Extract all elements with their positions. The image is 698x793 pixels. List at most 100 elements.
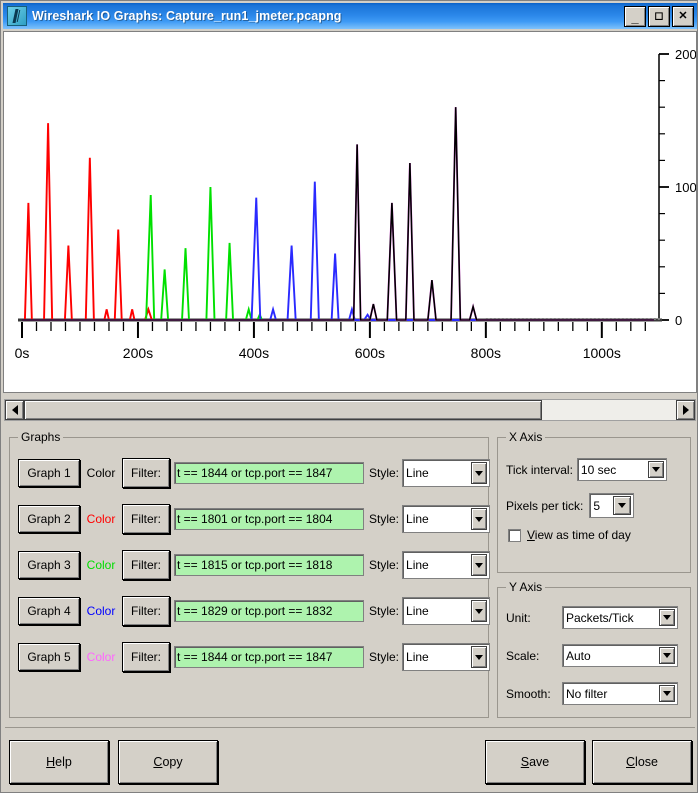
graph-5-color-label[interactable]: Color [80, 650, 122, 664]
x-axis-panel-legend: X Axis [506, 430, 546, 444]
graphs-panel-legend: Graphs [18, 430, 64, 444]
graph-row-1: Graph 1 Color Filter: t == 1844 or tcp.p… [18, 454, 491, 492]
graph-3-style-select[interactable]: Line [402, 551, 491, 579]
pixels-per-tick-label: Pixels per tick: [506, 498, 584, 513]
graph-2-color-label[interactable]: Color [80, 512, 122, 526]
save-button[interactable]: Save [485, 740, 585, 784]
graph-row-5: Graph 5 Color Filter: t == 1844 or tcp.p… [18, 638, 491, 676]
graph-1-filter-button[interactable]: Filter: [122, 458, 170, 488]
graph-2-filter-button[interactable]: Filter: [122, 504, 170, 534]
svg-text:600s: 600s [355, 345, 385, 361]
title-bar: Wireshark IO Graphs: Capture_run1_jmeter… [3, 3, 697, 29]
close-button-label: Close [626, 755, 658, 769]
chevron-down-icon[interactable] [659, 685, 675, 702]
graph-1-style-select[interactable]: Line [402, 459, 491, 487]
io-graph-canvas[interactable]: 0 100 200 0s 200s 400s 600s 800s 1000s [4, 32, 696, 392]
smooth-row: Smooth: No filter [506, 682, 686, 705]
graph-2-style-select[interactable]: Line [402, 505, 491, 533]
tick-interval-label: Tick interval: [506, 462, 573, 477]
graph-4-filter-input[interactable]: t == 1829 or tcp.port == 1832 [174, 600, 364, 622]
graph-1-style-label: Style: [369, 466, 400, 480]
io-graphs-window: Wireshark IO Graphs: Capture_run1_jmeter… [0, 0, 698, 793]
tick-interval-select[interactable]: 10 sec [576, 458, 667, 481]
chevron-down-icon[interactable] [471, 462, 488, 484]
graph-3-filter-button[interactable]: Filter: [122, 550, 170, 580]
graph-3-button[interactable]: Graph 3 [18, 551, 80, 579]
scale-row: Scale: Auto [506, 644, 686, 667]
graph-3-color-label[interactable]: Color [80, 558, 122, 572]
horizontal-scrollbar[interactable] [4, 399, 696, 421]
chevron-down-icon[interactable] [613, 496, 632, 515]
pixels-per-tick-row: Pixels per tick: 5 [506, 493, 684, 518]
graph-4-style-label: Style: [369, 604, 400, 618]
svg-text:200: 200 [675, 47, 696, 62]
maximize-button[interactable]: ◻ [648, 6, 670, 27]
graph-4-style-select[interactable]: Line [402, 597, 491, 625]
view-as-time-of-day-row[interactable]: View as time of day [508, 528, 686, 542]
scrollbar-track[interactable] [24, 400, 676, 420]
help-button[interactable]: Help [9, 740, 109, 784]
graph-5-style-value: Line [406, 650, 429, 664]
scale-label: Scale: [506, 648, 540, 663]
svg-text:800s: 800s [471, 345, 501, 361]
view-as-time-of-day-label: View as time of day [527, 528, 631, 542]
maximize-icon: ◻ [654, 10, 664, 22]
graph-3-style-label: Style: [369, 558, 400, 572]
graph-2-filter-input[interactable]: t == 1801 or tcp.port == 1804 [174, 508, 364, 530]
graph-1-color-label[interactable]: Color [80, 466, 122, 480]
copy-button-label: Copy [153, 755, 183, 769]
tick-interval-value: 10 sec [580, 462, 617, 477]
graph-4-filter-button[interactable]: Filter: [122, 596, 170, 626]
graph-1-button[interactable]: Graph 1 [18, 459, 80, 487]
scrollbar-thumb[interactable] [24, 400, 543, 420]
chevron-down-icon[interactable] [647, 461, 664, 478]
chevron-down-icon[interactable] [471, 646, 488, 668]
chevron-down-icon[interactable] [471, 600, 488, 622]
chevron-down-icon[interactable] [471, 508, 488, 530]
tick-interval-row: Tick interval: 10 sec [506, 458, 684, 481]
copy-button[interactable]: Copy [118, 740, 218, 784]
graph-3-style-value: Line [406, 558, 429, 572]
view-as-time-of-day-checkbox[interactable] [508, 528, 521, 542]
window-controls: _ ◻ ✕ [624, 6, 694, 27]
graph-2-style-label: Style: [369, 512, 400, 526]
scale-select[interactable]: Auto [562, 644, 678, 667]
y-axis-panel-legend: Y Axis [506, 580, 546, 594]
graph-1-filter-input[interactable]: t == 1844 or tcp.port == 1847 [174, 462, 364, 484]
chevron-down-icon[interactable] [659, 609, 675, 626]
chevron-down-icon[interactable] [471, 554, 488, 576]
pixels-per-tick-select[interactable]: 5 [589, 493, 635, 518]
graph-row-3: Graph 3 Color Filter: t == 1815 or tcp.p… [18, 546, 491, 584]
scroll-left-arrow-icon[interactable] [5, 400, 24, 420]
close-dialog-button[interactable]: Close [592, 740, 692, 784]
graph-3-filter-input[interactable]: t == 1815 or tcp.port == 1818 [174, 554, 364, 576]
y-axis-panel: Y Axis Unit: Packets/Tick Scale: Auto Sm… [497, 580, 691, 718]
svg-text:0: 0 [675, 313, 682, 328]
unit-select[interactable]: Packets/Tick [562, 606, 678, 629]
graph-4-color-label[interactable]: Color [80, 604, 122, 618]
io-graph-plot[interactable]: 0 100 200 0s 200s 400s 600s 800s 1000s [3, 31, 697, 393]
graph-5-style-select[interactable]: Line [402, 643, 491, 671]
minimize-button[interactable]: _ [624, 6, 646, 27]
graph-5-filter-button[interactable]: Filter: [122, 642, 170, 672]
graph-5-style-label: Style: [369, 650, 400, 664]
graph-4-button[interactable]: Graph 4 [18, 597, 80, 625]
graphs-panel: Graphs Graph 1 Color Filter: t == 1844 o… [9, 430, 491, 718]
smooth-value: No filter [566, 686, 608, 701]
graph-5-button[interactable]: Graph 5 [18, 643, 80, 671]
graph-5-filter-input[interactable]: t == 1844 or tcp.port == 1847 [174, 646, 364, 668]
smooth-select[interactable]: No filter [562, 682, 678, 705]
save-button-label: Save [520, 755, 550, 769]
unit-row: Unit: Packets/Tick [506, 606, 686, 629]
unit-label: Unit: [506, 610, 531, 625]
scroll-right-arrow-icon[interactable] [676, 400, 695, 420]
svg-text:1000s: 1000s [583, 345, 621, 361]
graph-2-button[interactable]: Graph 2 [18, 505, 80, 533]
svg-text:0s: 0s [15, 345, 30, 361]
minimize-icon: _ [631, 10, 639, 25]
footer-divider [5, 727, 695, 728]
graph-1-style-value: Line [406, 466, 429, 480]
chevron-down-icon[interactable] [659, 647, 675, 664]
close-button[interactable]: ✕ [672, 6, 694, 27]
graph-row-2: Graph 2 Color Filter: t == 1801 or tcp.p… [18, 500, 491, 538]
